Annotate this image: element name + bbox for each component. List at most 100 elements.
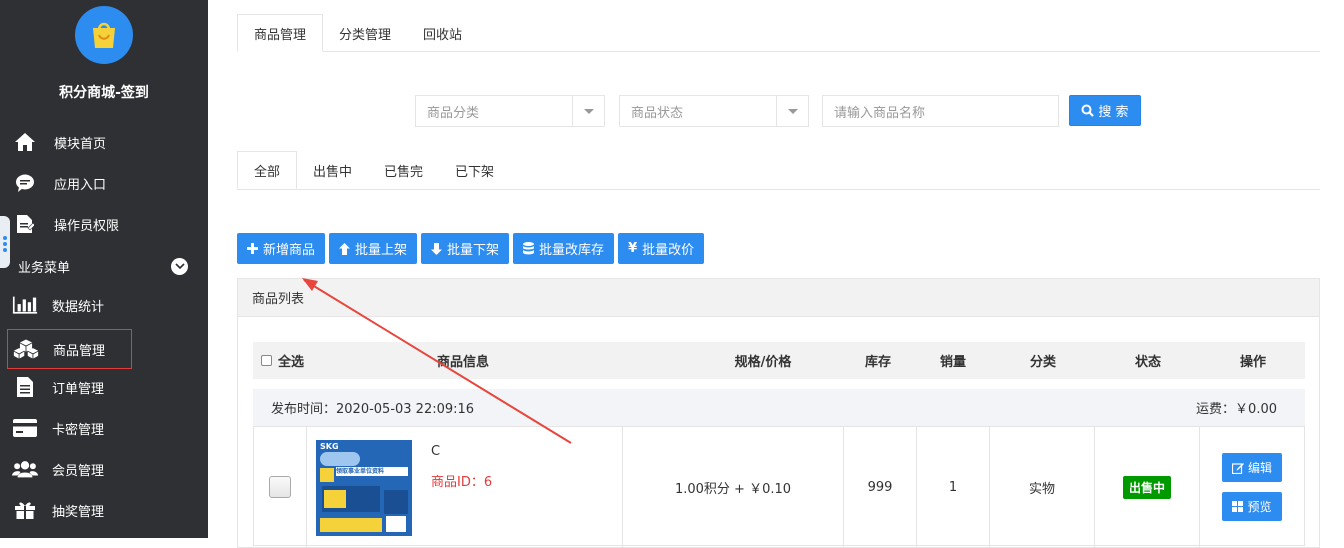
batch-off-shelf-label: 批量下架 bbox=[447, 243, 500, 258]
sidebar-item-label: 订单管理 bbox=[52, 381, 105, 397]
gift-icon bbox=[12, 499, 38, 521]
caret-down-icon bbox=[572, 96, 604, 126]
sidebar-item-label: 操作员权限 bbox=[54, 218, 120, 234]
sidebar-item-product-management[interactable]: 商品管理 bbox=[7, 329, 132, 369]
sidebar-item-label: 抽奖管理 bbox=[52, 504, 105, 520]
sidebar-item-card-management[interactable]: 卡密管理 bbox=[0, 410, 208, 446]
col-stock: 库存 bbox=[864, 355, 891, 370]
tab-sold-out[interactable]: 已售完 bbox=[368, 151, 439, 189]
select-all-checkbox[interactable] bbox=[261, 355, 272, 366]
database-icon bbox=[523, 242, 535, 255]
product-list-panel: 商品列表 全选 商品信息 规格/价格 库存 销量 分类 状态 操作 发布时间：2… bbox=[237, 278, 1320, 548]
product-name-placeholder: 请输入商品名称 bbox=[834, 105, 926, 121]
sidebar-item-order-management[interactable]: 订单管理 bbox=[0, 369, 208, 405]
category-select[interactable]: 商品分类 bbox=[415, 95, 605, 127]
status-select[interactable]: 商品状态 bbox=[619, 95, 809, 127]
sidebar: 积分商城-签到 模块首页 应用入口 操作员权限 业务菜单 数据统计 商品管理 订… bbox=[0, 0, 208, 538]
section-business-menu[interactable]: 业务菜单 bbox=[0, 254, 208, 278]
col-status: 状态 bbox=[1134, 355, 1161, 370]
thumb-brand: SKG bbox=[320, 442, 339, 451]
preview-label: 预览 bbox=[1247, 500, 1272, 514]
product-group-header: 发布时间：2020-05-03 22:09:16 运费：￥0.00 bbox=[253, 389, 1305, 426]
product-info-cell: SKG 领取事业单位资料 C 商品ID：6 bbox=[307, 427, 623, 547]
sidebar-item-label: 数据统计 bbox=[52, 299, 105, 315]
table-row: SKG 领取事业单位资料 C 商品ID：6 1.00积分 + ￥0.10 999… bbox=[253, 426, 1305, 547]
tab-recycle-bin[interactable]: 回收站 bbox=[407, 14, 478, 52]
app-title: 积分商城-签到 bbox=[59, 85, 149, 101]
credit-card-icon bbox=[12, 417, 38, 439]
tab-all[interactable]: 全部 bbox=[237, 151, 298, 189]
edit-button[interactable]: 编辑 bbox=[1222, 453, 1282, 482]
tab-off-shelf[interactable]: 已下架 bbox=[439, 151, 510, 189]
product-name-input[interactable]: 请输入商品名称 bbox=[822, 95, 1059, 127]
product-thumbnail[interactable]: SKG 领取事业单位资料 bbox=[316, 440, 412, 536]
batch-stock-button[interactable]: 批量改库存 bbox=[513, 233, 615, 264]
document-edit-icon bbox=[12, 213, 38, 235]
bar-chart-icon bbox=[12, 294, 38, 316]
tab-category-management[interactable]: 分类管理 bbox=[323, 14, 407, 52]
top-tabs: 商品管理 分类管理 回收站 bbox=[237, 14, 1320, 52]
status-badge: 出售中 bbox=[1122, 475, 1171, 499]
search-button-label: 搜 索 bbox=[1098, 105, 1129, 120]
col-category: 分类 bbox=[1029, 355, 1056, 370]
edit-icon bbox=[1231, 462, 1244, 474]
batch-on-shelf-button[interactable]: 批量上架 bbox=[329, 233, 418, 264]
search-icon bbox=[1081, 104, 1095, 117]
status-cell: 出售中 bbox=[1095, 427, 1200, 547]
chevron-down-icon[interactable] bbox=[171, 257, 188, 275]
sidebar-item-data-stats[interactable]: 数据统计 bbox=[0, 287, 208, 323]
sidebar-item-home[interactable]: 模块首页 bbox=[0, 124, 208, 160]
shipping-fee: 运费：￥0.00 bbox=[1196, 402, 1277, 417]
section-label: 业务菜单 bbox=[18, 260, 71, 276]
col-sales: 销量 bbox=[939, 355, 966, 370]
plus-icon bbox=[247, 243, 258, 254]
sidebar-item-app-entry[interactable]: 应用入口 bbox=[0, 165, 208, 201]
col-operation: 操作 bbox=[1239, 355, 1266, 370]
batch-stock-label: 批量改库存 bbox=[539, 243, 605, 258]
sidebar-item-member-management[interactable]: 会员管理 bbox=[0, 451, 208, 487]
product-id: 商品ID：6 bbox=[431, 475, 493, 490]
edit-label: 编辑 bbox=[1247, 461, 1272, 475]
main-content: 商品管理 分类管理 回收站 商品分类 商品状态 请输入商品名称 搜 索 全部 出… bbox=[208, 0, 1344, 548]
chat-bubble-icon bbox=[12, 172, 38, 194]
price-cell: 1.00积分 + ￥0.10 bbox=[623, 427, 844, 547]
thumb-headline: 领取事业单位资料 bbox=[336, 467, 408, 476]
operation-cell: 编辑 预览 bbox=[1200, 427, 1304, 547]
cubes-icon bbox=[13, 338, 39, 360]
product-name: C bbox=[431, 444, 441, 459]
sidebar-item-operator-permission[interactable]: 操作员权限 bbox=[0, 206, 208, 242]
yen-icon: ¥ bbox=[628, 241, 638, 256]
grid-icon bbox=[1232, 501, 1244, 512]
caret-down-icon bbox=[776, 96, 808, 126]
row-checkbox[interactable] bbox=[269, 476, 291, 498]
arrow-up-icon bbox=[339, 242, 351, 255]
add-product-button[interactable]: 新增商品 bbox=[237, 233, 326, 264]
sidebar-item-label: 应用入口 bbox=[54, 177, 107, 193]
arrow-down-icon bbox=[431, 242, 443, 255]
sidebar-item-label: 商品管理 bbox=[53, 343, 106, 359]
preview-button[interactable]: 预览 bbox=[1222, 492, 1282, 521]
home-icon bbox=[12, 131, 38, 153]
tab-on-sale[interactable]: 出售中 bbox=[297, 151, 368, 189]
batch-price-button[interactable]: ¥ 批量改价 bbox=[618, 233, 705, 264]
panel-title: 商品列表 bbox=[238, 279, 1319, 317]
batch-off-shelf-button[interactable]: 批量下架 bbox=[421, 233, 510, 264]
search-button[interactable]: 搜 索 bbox=[1069, 95, 1141, 126]
select-all-label: 全选 bbox=[278, 355, 305, 370]
action-toolbar: 新增商品 批量上架 批量下架 批量改库存 ¥ 批量改价 bbox=[237, 233, 705, 264]
sidebar-item-label: 卡密管理 bbox=[52, 422, 105, 438]
category-cell: 实物 bbox=[990, 427, 1095, 547]
sidebar-item-lottery-management[interactable]: 抽奖管理 bbox=[0, 492, 208, 528]
row-select-cell bbox=[254, 427, 307, 547]
status-tabs: 全部 出售中 已售完 已下架 bbox=[237, 151, 1320, 190]
table-header: 全选 商品信息 规格/价格 库存 销量 分类 状态 操作 bbox=[253, 342, 1305, 379]
col-product-info: 商品信息 bbox=[436, 355, 489, 370]
category-select-placeholder: 商品分类 bbox=[427, 105, 480, 121]
shopping-bag-logo-icon bbox=[75, 6, 133, 64]
batch-on-shelf-label: 批量上架 bbox=[355, 243, 408, 258]
add-product-label: 新增商品 bbox=[263, 243, 316, 258]
users-icon bbox=[12, 458, 38, 480]
file-text-icon bbox=[12, 376, 38, 398]
tab-product-management[interactable]: 商品管理 bbox=[237, 14, 324, 52]
select-all[interactable]: 全选 bbox=[261, 342, 321, 379]
